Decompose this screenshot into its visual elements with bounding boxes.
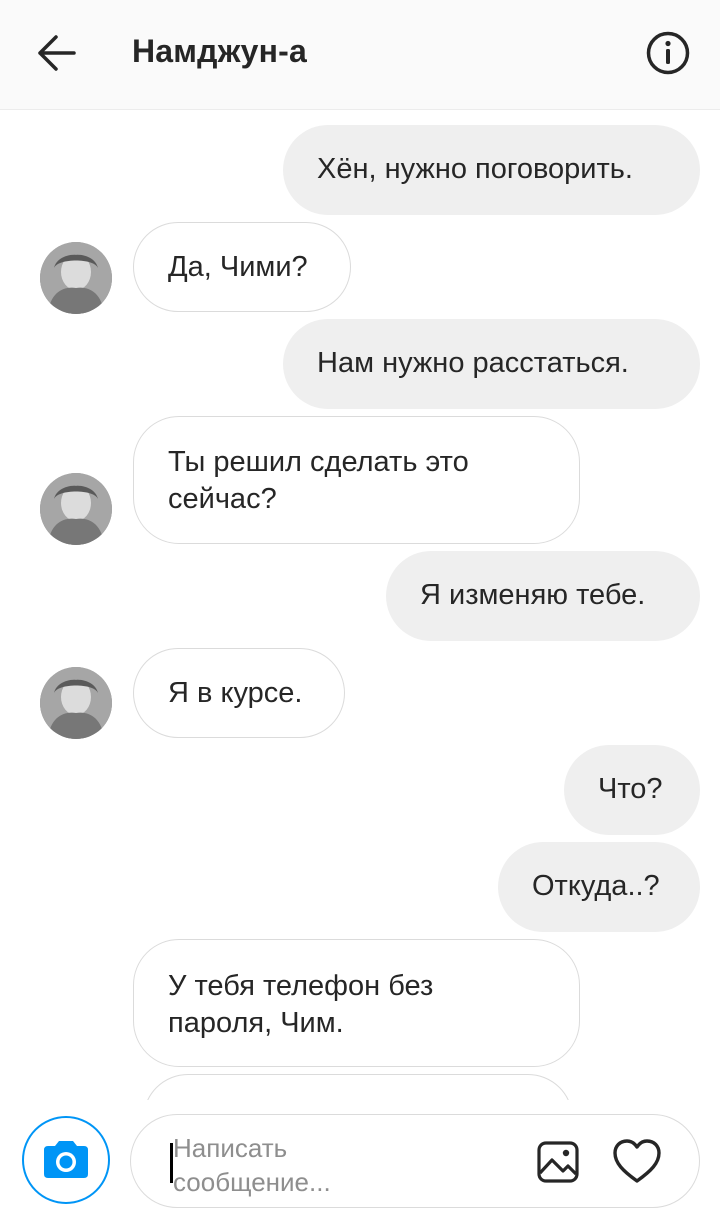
message-bubble-outgoing[interactable]: Хён, нужно поговорить. (283, 125, 700, 215)
chat-header: Намджун-а (0, 0, 720, 110)
image-gallery-icon[interactable] (535, 1139, 581, 1185)
avatar[interactable] (40, 242, 112, 314)
message-bubble-outgoing[interactable]: Что? (564, 745, 700, 835)
avatar[interactable] (40, 473, 112, 545)
arrow-left-icon[interactable] (34, 32, 80, 74)
message-text-line: Ты решил сделать это (168, 446, 469, 478)
message-bubble-incoming-partial[interactable] (143, 1074, 573, 1100)
conversation-title[interactable]: Намджун-а (132, 33, 307, 70)
camera-icon (44, 1141, 88, 1178)
message-text: Хён, нужно поговорить. (317, 153, 633, 185)
placeholder-line: Написать (173, 1133, 288, 1163)
avatar-photo (40, 473, 112, 545)
message-bubble-outgoing[interactable]: Нам нужно расстаться. (283, 319, 700, 409)
avatar-photo (40, 242, 112, 314)
message-text-line: сейчас? (168, 483, 277, 515)
message-composer: Написать сообщение... (0, 1100, 720, 1228)
message-text: Что? (598, 773, 663, 805)
message-bubble-incoming[interactable]: Ты решил сделать это сейчас? (133, 416, 580, 544)
message-text: Нам нужно расстаться. (317, 347, 629, 379)
message-bubble-outgoing[interactable]: Я изменяю тебе. (386, 551, 700, 641)
message-bubble-incoming[interactable]: Да, Чими? (133, 222, 351, 312)
message-text: Откуда..? (532, 870, 660, 902)
message-input[interactable]: Написать сообщение... (130, 1114, 700, 1208)
message-text-line: У тебя телефон без (168, 970, 434, 1002)
avatar-photo (40, 667, 112, 739)
camera-button[interactable] (22, 1116, 110, 1204)
message-input-placeholder: Написать сообщение... (173, 1131, 403, 1199)
message-thread[interactable]: Хён, нужно поговорить. Да, Чими? Нам нуж… (0, 110, 720, 1100)
message-bubble-incoming[interactable]: У тебя телефон без пароля, Чим. (133, 939, 580, 1067)
heart-icon[interactable] (611, 1137, 663, 1187)
message-text-line: пароля, Чим. (168, 1007, 344, 1039)
message-text: Да, Чими? (168, 251, 308, 283)
message-text: Я в курсе. (168, 677, 303, 709)
message-bubble-incoming[interactable]: Я в курсе. (133, 648, 345, 738)
message-text: Я изменяю тебе. (420, 579, 646, 611)
avatar[interactable] (40, 667, 112, 739)
info-circle-icon[interactable] (645, 30, 691, 76)
message-bubble-outgoing[interactable]: Откуда..? (498, 842, 700, 932)
placeholder-line: сообщение... (173, 1167, 331, 1197)
